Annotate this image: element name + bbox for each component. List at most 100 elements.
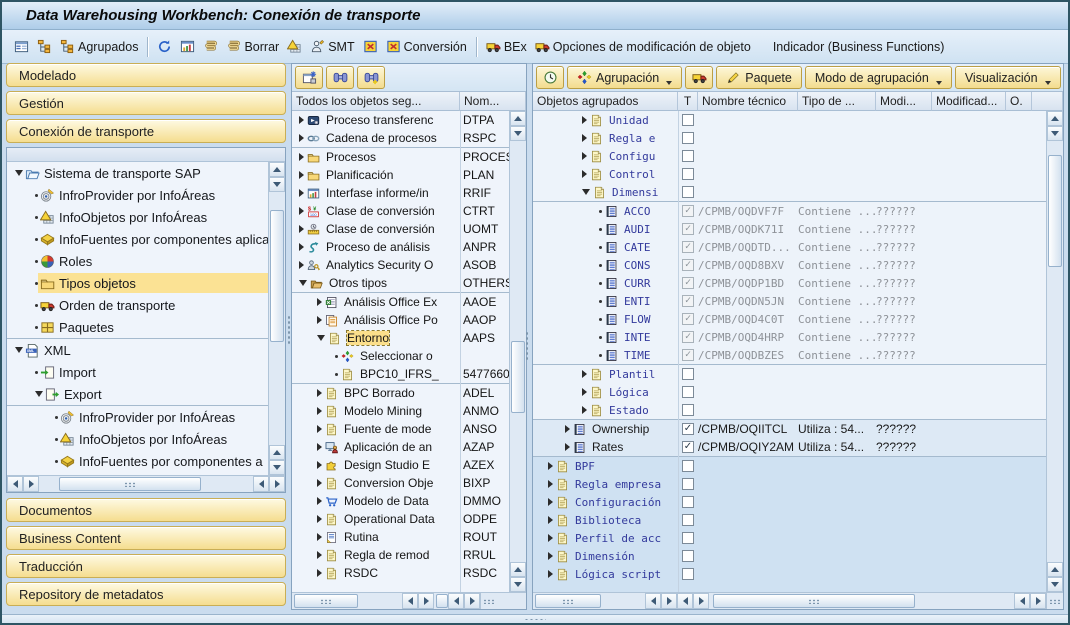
scroll-down-button[interactable]	[1047, 577, 1063, 592]
chevron-right-icon[interactable]	[582, 152, 587, 160]
column-header[interactable]: T	[678, 92, 698, 111]
object-type-row[interactable]: $¥100Clase de conversiónCTRT	[292, 202, 509, 220]
scroll-left-button[interactable]	[677, 593, 693, 609]
scroll-up-button[interactable]	[269, 445, 285, 460]
chevron-right-icon[interactable]	[317, 298, 322, 306]
scrollbar-thumb[interactable]	[1048, 155, 1062, 267]
scroll-left-button[interactable]	[402, 593, 418, 609]
object-type-row[interactable]: Análisis Office ExAAOE	[292, 292, 509, 311]
column-header[interactable]: O.	[1006, 92, 1032, 111]
chevron-right-icon[interactable]	[548, 534, 553, 542]
chevron-right-icon[interactable]	[317, 316, 322, 324]
vertical-scrollbar[interactable]	[1046, 111, 1063, 592]
chevron-right-icon[interactable]	[582, 370, 587, 378]
conversion-box-button[interactable]	[359, 37, 382, 56]
vertical-scrollbar[interactable]	[509, 111, 526, 592]
scroll-up-button[interactable]	[269, 162, 285, 177]
chevron-right-icon[interactable]	[299, 225, 304, 233]
hierarchy-button[interactable]	[33, 37, 56, 56]
object-type-row[interactable]: EntornoAAPS	[292, 329, 509, 347]
chevron-right-icon[interactable]	[548, 516, 553, 524]
scroll-right-button[interactable]	[661, 593, 677, 609]
nav-tree-item[interactable]: InfoObjetos por InfoÁreas	[7, 206, 268, 228]
column-header[interactable]: Nom...	[460, 92, 526, 111]
chevron-right-icon[interactable]	[317, 551, 322, 559]
column-header[interactable]: Nombre técnico	[698, 92, 798, 111]
object-type-row[interactable]: RutinaROUT	[292, 528, 509, 546]
grouped-object-row[interactable]: Dimensi	[533, 183, 1046, 201]
object-type-row[interactable]: Fuente de modeANSO	[292, 420, 509, 438]
bex-button[interactable]: BEx	[482, 37, 531, 56]
delete-button[interactable]: Borrar	[222, 37, 283, 56]
grouped-object-row[interactable]: BPF	[533, 456, 1046, 475]
grouped-object-row[interactable]: Perfil de acc	[533, 529, 1046, 547]
smt-button[interactable]: SMT	[306, 37, 358, 56]
chevron-right-icon[interactable]	[317, 425, 322, 433]
grouped-object-row[interactable]: ENTI✓/CPMB/OQDN5JNContiene ...??????	[533, 292, 1046, 310]
chevron-right-icon[interactable]	[317, 533, 322, 541]
scrollbar-thumb[interactable]	[59, 477, 201, 491]
scroll-right-button[interactable]	[269, 476, 285, 492]
scroll-up-button[interactable]	[1047, 562, 1063, 577]
object-type-row[interactable]: Seleccionar o	[292, 347, 509, 365]
column-header[interactable]: Modi...	[876, 92, 932, 111]
select-checkbox[interactable]	[682, 404, 694, 416]
object-type-row[interactable]: Analytics Security OASOB	[292, 256, 509, 274]
table-view-button[interactable]	[10, 37, 33, 56]
chevron-right-icon[interactable]	[299, 189, 304, 197]
object-type-row[interactable]: Otros tiposOTHERS	[292, 274, 509, 292]
select-checkbox[interactable]	[682, 368, 694, 380]
sidebar-button-conexion-transporte[interactable]: Conexión de transporte	[6, 119, 286, 143]
object-type-row[interactable]: Análisis Office PoAAOP	[292, 311, 509, 329]
select-checkbox[interactable]	[682, 550, 694, 562]
chevron-down-icon[interactable]	[582, 189, 590, 195]
grouped-object-row[interactable]: FLOW✓/CPMB/OQD4C0TContiene ...??????	[533, 310, 1046, 328]
select-checkbox[interactable]: ✓	[682, 441, 694, 453]
scroll-down-button[interactable]	[1047, 126, 1063, 141]
scroll-down-button[interactable]	[510, 126, 526, 141]
chevron-right-icon[interactable]	[299, 134, 304, 142]
scrollbar-thumb[interactable]	[436, 594, 448, 608]
select-checkbox[interactable]	[682, 186, 694, 198]
scrollbar-thumb[interactable]	[535, 594, 601, 608]
chevron-right-icon[interactable]	[548, 462, 553, 470]
object-type-row[interactable]: Design Studio EAZEX	[292, 456, 509, 474]
chevron-down-icon[interactable]	[15, 347, 23, 353]
scroll-down-button[interactable]	[269, 460, 285, 475]
chevron-down-icon[interactable]	[15, 170, 23, 176]
collect-button[interactable]	[536, 66, 564, 89]
scroll-left-button[interactable]	[253, 476, 269, 492]
nav-tree-item[interactable]: Export	[7, 383, 268, 405]
grouped-object-row[interactable]: TIME✓/CPMB/OQDBZESContiene ...??????	[533, 346, 1046, 364]
select-checkbox[interactable]	[682, 114, 694, 126]
infoobject-button[interactable]	[283, 37, 306, 56]
column-header[interactable]: Modificad...	[932, 92, 1006, 111]
chevron-right-icon[interactable]	[317, 569, 322, 577]
grouping-button[interactable]: Agrupación	[567, 66, 682, 89]
chevron-right-icon[interactable]	[317, 389, 322, 397]
object-type-row[interactable]: ProcesosPROCESSI	[292, 147, 509, 166]
transport-button[interactable]	[685, 66, 713, 89]
nav-tree-item[interactable]: XMLXML	[7, 338, 268, 361]
scroll-down-button[interactable]	[510, 577, 526, 592]
chevron-right-icon[interactable]	[299, 207, 304, 215]
object-type-row[interactable]: BPC BorradoADEL	[292, 383, 509, 402]
left-splitter-grip[interactable]	[287, 315, 292, 345]
sidebar-button-repository-metadatos[interactable]: Repository de metadatos	[6, 582, 286, 606]
grouped-object-row[interactable]: CONS✓/CPMB/OQD8BXVContiene ...??????	[533, 256, 1046, 274]
chevron-right-icon[interactable]	[582, 134, 587, 142]
grouped-object-row[interactable]: Lógica script	[533, 565, 1046, 583]
chevron-right-icon[interactable]	[299, 153, 304, 161]
grouped-object-row[interactable]: Regla e	[533, 129, 1046, 147]
chevron-right-icon[interactable]	[582, 170, 587, 178]
scroll-left-button[interactable]	[448, 593, 464, 609]
scroll-right-button[interactable]	[418, 593, 434, 609]
nav-tree-item[interactable]: InfroProvider por InfoÁreas	[7, 184, 268, 206]
column-header[interactable]: Todos los objetos seg...	[292, 92, 460, 111]
refresh-button[interactable]	[153, 37, 176, 56]
object-type-row[interactable]: Clase de conversiónUOMT	[292, 220, 509, 238]
chevron-right-icon[interactable]	[582, 388, 587, 396]
sidebar-button-modelado[interactable]: Modelado	[6, 63, 286, 87]
object-type-row[interactable]: PlanificaciónPLAN	[292, 166, 509, 184]
scroll-up-button[interactable]	[510, 562, 526, 577]
